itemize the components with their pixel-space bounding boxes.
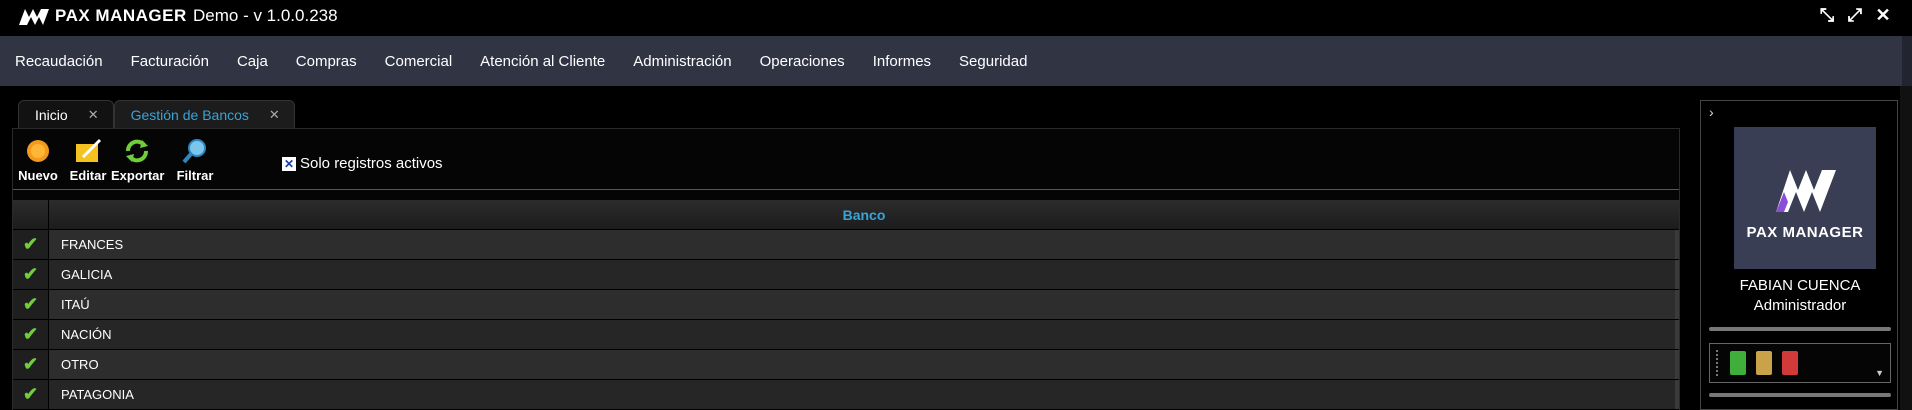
filtrar-label: Filtrar bbox=[176, 168, 214, 183]
user-sidebar: › PAX MANAGER FABIAN CUENCA Administrado… bbox=[1700, 100, 1898, 410]
solo-activos-label: Solo registros activos bbox=[300, 155, 443, 172]
banks-grid: Banco ✔ FRANCES ✔ GALICIA ✔ ITAÚ ✔ NACIÓ… bbox=[13, 200, 1679, 410]
menu-item-comercial[interactable]: Comercial bbox=[385, 53, 453, 70]
pax-logo-icon bbox=[19, 9, 49, 25]
column-header-banco[interactable]: Banco bbox=[49, 200, 1679, 229]
filtrar-button[interactable]: Filtrar bbox=[173, 137, 217, 183]
nuevo-label: Nuevo bbox=[18, 168, 58, 183]
chevron-down-icon[interactable]: ▼ bbox=[1875, 368, 1884, 378]
sidebar-divider bbox=[1709, 393, 1891, 397]
bank-name-cell[interactable]: NACIÓN bbox=[49, 320, 1679, 349]
collapse-icon[interactable]: ⤡ bbox=[1818, 6, 1836, 24]
checkbox-checked-icon[interactable]: ✕ bbox=[282, 156, 296, 171]
document-shortcuts: ▼ bbox=[1709, 343, 1891, 383]
active-check-cell: ✔ bbox=[13, 290, 49, 319]
app-title: Demo - v 1.0.0.238 bbox=[193, 6, 338, 25]
checkmark-icon: ✔ bbox=[22, 384, 39, 404]
pax-logo-icon bbox=[1776, 169, 1836, 212]
refresh-icon bbox=[126, 139, 148, 163]
tab-gestion-bancos[interactable]: Gestión de Bancos ✕ bbox=[113, 100, 295, 128]
bank-name-cell[interactable]: GALICIA bbox=[49, 260, 1679, 289]
main-area: Inicio ✕ Gestión de Bancos ✕ Nuevo Edita… bbox=[12, 100, 1680, 410]
menu-bar: Recaudación Facturación Caja Compras Com… bbox=[0, 36, 1912, 86]
tab-label: Inicio bbox=[35, 106, 68, 123]
avatar-brand: PAX MANAGER bbox=[1746, 223, 1864, 241]
menu-item-facturacion[interactable]: Facturación bbox=[131, 53, 209, 70]
exportar-button[interactable]: Exportar bbox=[111, 137, 165, 183]
user-name: FABIAN CUENCA bbox=[1739, 277, 1861, 294]
active-check-cell: ✔ bbox=[13, 260, 49, 289]
active-check-cell: ✔ bbox=[13, 380, 49, 409]
menu-item-administracion[interactable]: Administración bbox=[633, 53, 731, 70]
green-document-icon[interactable] bbox=[1730, 351, 1746, 375]
checkmark-icon: ✔ bbox=[22, 354, 39, 374]
active-check-cell: ✔ bbox=[13, 350, 49, 379]
editar-label: Editar bbox=[69, 168, 107, 183]
edit-icon bbox=[76, 138, 102, 162]
toolbar-divider bbox=[13, 189, 1679, 190]
yellow-document-icon[interactable] bbox=[1756, 351, 1772, 375]
active-check-cell: ✔ bbox=[13, 230, 49, 259]
content-panel: Nuevo Editar Exportar Filtrar ✕ Solo reg… bbox=[12, 128, 1680, 410]
close-icon[interactable]: ✕ bbox=[88, 107, 99, 123]
checkmark-icon: ✔ bbox=[22, 294, 39, 314]
bank-name-cell[interactable]: ITAÚ bbox=[49, 290, 1679, 319]
bank-name-cell[interactable]: OTRO bbox=[49, 350, 1679, 379]
window-controls: ⤡ ⤢ ✕ bbox=[1818, 6, 1892, 24]
bank-name-cell[interactable]: PATAGONIA bbox=[49, 380, 1679, 409]
drag-handle[interactable] bbox=[1716, 350, 1722, 376]
chevron-right-icon[interactable]: › bbox=[1709, 104, 1714, 120]
close-icon[interactable]: ✕ bbox=[269, 107, 280, 123]
active-check-cell: ✔ bbox=[13, 320, 49, 349]
tab-label: Gestión de Bancos bbox=[130, 106, 249, 123]
app-logo: PAX MANAGER bbox=[17, 5, 187, 27]
bank-name-cell[interactable]: FRANCES bbox=[49, 230, 1679, 259]
user-role: Administrador bbox=[1753, 297, 1847, 314]
tab-inicio[interactable]: Inicio ✕ bbox=[18, 100, 114, 128]
menu-item-compras[interactable]: Compras bbox=[296, 53, 357, 70]
editar-button[interactable]: Editar bbox=[67, 137, 109, 183]
red-document-icon[interactable] bbox=[1782, 351, 1798, 375]
menu-item-atencion-cliente[interactable]: Atención al Cliente bbox=[480, 53, 605, 70]
table-row[interactable]: ✔ FRANCES bbox=[13, 230, 1679, 260]
expand-icon[interactable]: ⤢ bbox=[1846, 6, 1864, 24]
toolbar: Nuevo Editar Exportar Filtrar ✕ Solo reg… bbox=[13, 137, 1679, 185]
close-icon[interactable]: ✕ bbox=[1874, 6, 1892, 24]
magnifier-icon bbox=[182, 139, 206, 164]
menu-item-caja[interactable]: Caja bbox=[237, 53, 268, 70]
checkmark-icon: ✔ bbox=[22, 324, 39, 344]
exportar-label: Exportar bbox=[111, 168, 165, 183]
checkmark-icon: ✔ bbox=[22, 264, 39, 284]
solo-activos-checkbox[interactable]: ✕ Solo registros activos bbox=[282, 155, 443, 172]
menu-item-seguridad[interactable]: Seguridad bbox=[959, 53, 1027, 70]
new-icon bbox=[27, 140, 49, 162]
app-brand: PAX MANAGER bbox=[55, 6, 187, 25]
page-scrollbar[interactable] bbox=[1900, 86, 1912, 410]
table-row[interactable]: ✔ OTRO bbox=[13, 350, 1679, 380]
table-row[interactable]: ✔ GALICIA bbox=[13, 260, 1679, 290]
menu-item-informes[interactable]: Informes bbox=[873, 53, 931, 70]
table-row[interactable]: ✔ PATAGONIA bbox=[13, 380, 1679, 410]
grid-header: Banco bbox=[13, 200, 1679, 230]
nuevo-button[interactable]: Nuevo bbox=[17, 137, 59, 183]
checkmark-icon: ✔ bbox=[22, 234, 39, 254]
menu-item-recaudacion[interactable]: Recaudación bbox=[15, 53, 103, 70]
table-row[interactable]: ✔ NACIÓN bbox=[13, 320, 1679, 350]
menu-scrollbar[interactable] bbox=[1902, 36, 1912, 86]
avatar: PAX MANAGER bbox=[1734, 127, 1876, 269]
title-bar: PAX MANAGER Demo - v 1.0.0.238 ⤡ ⤢ ✕ bbox=[0, 0, 1912, 32]
header-check-cell bbox=[13, 200, 49, 229]
sidebar-divider bbox=[1709, 327, 1891, 331]
table-row[interactable]: ✔ ITAÚ bbox=[13, 290, 1679, 320]
tab-strip: Inicio ✕ Gestión de Bancos ✕ bbox=[18, 100, 295, 128]
menu-item-operaciones[interactable]: Operaciones bbox=[760, 53, 845, 70]
